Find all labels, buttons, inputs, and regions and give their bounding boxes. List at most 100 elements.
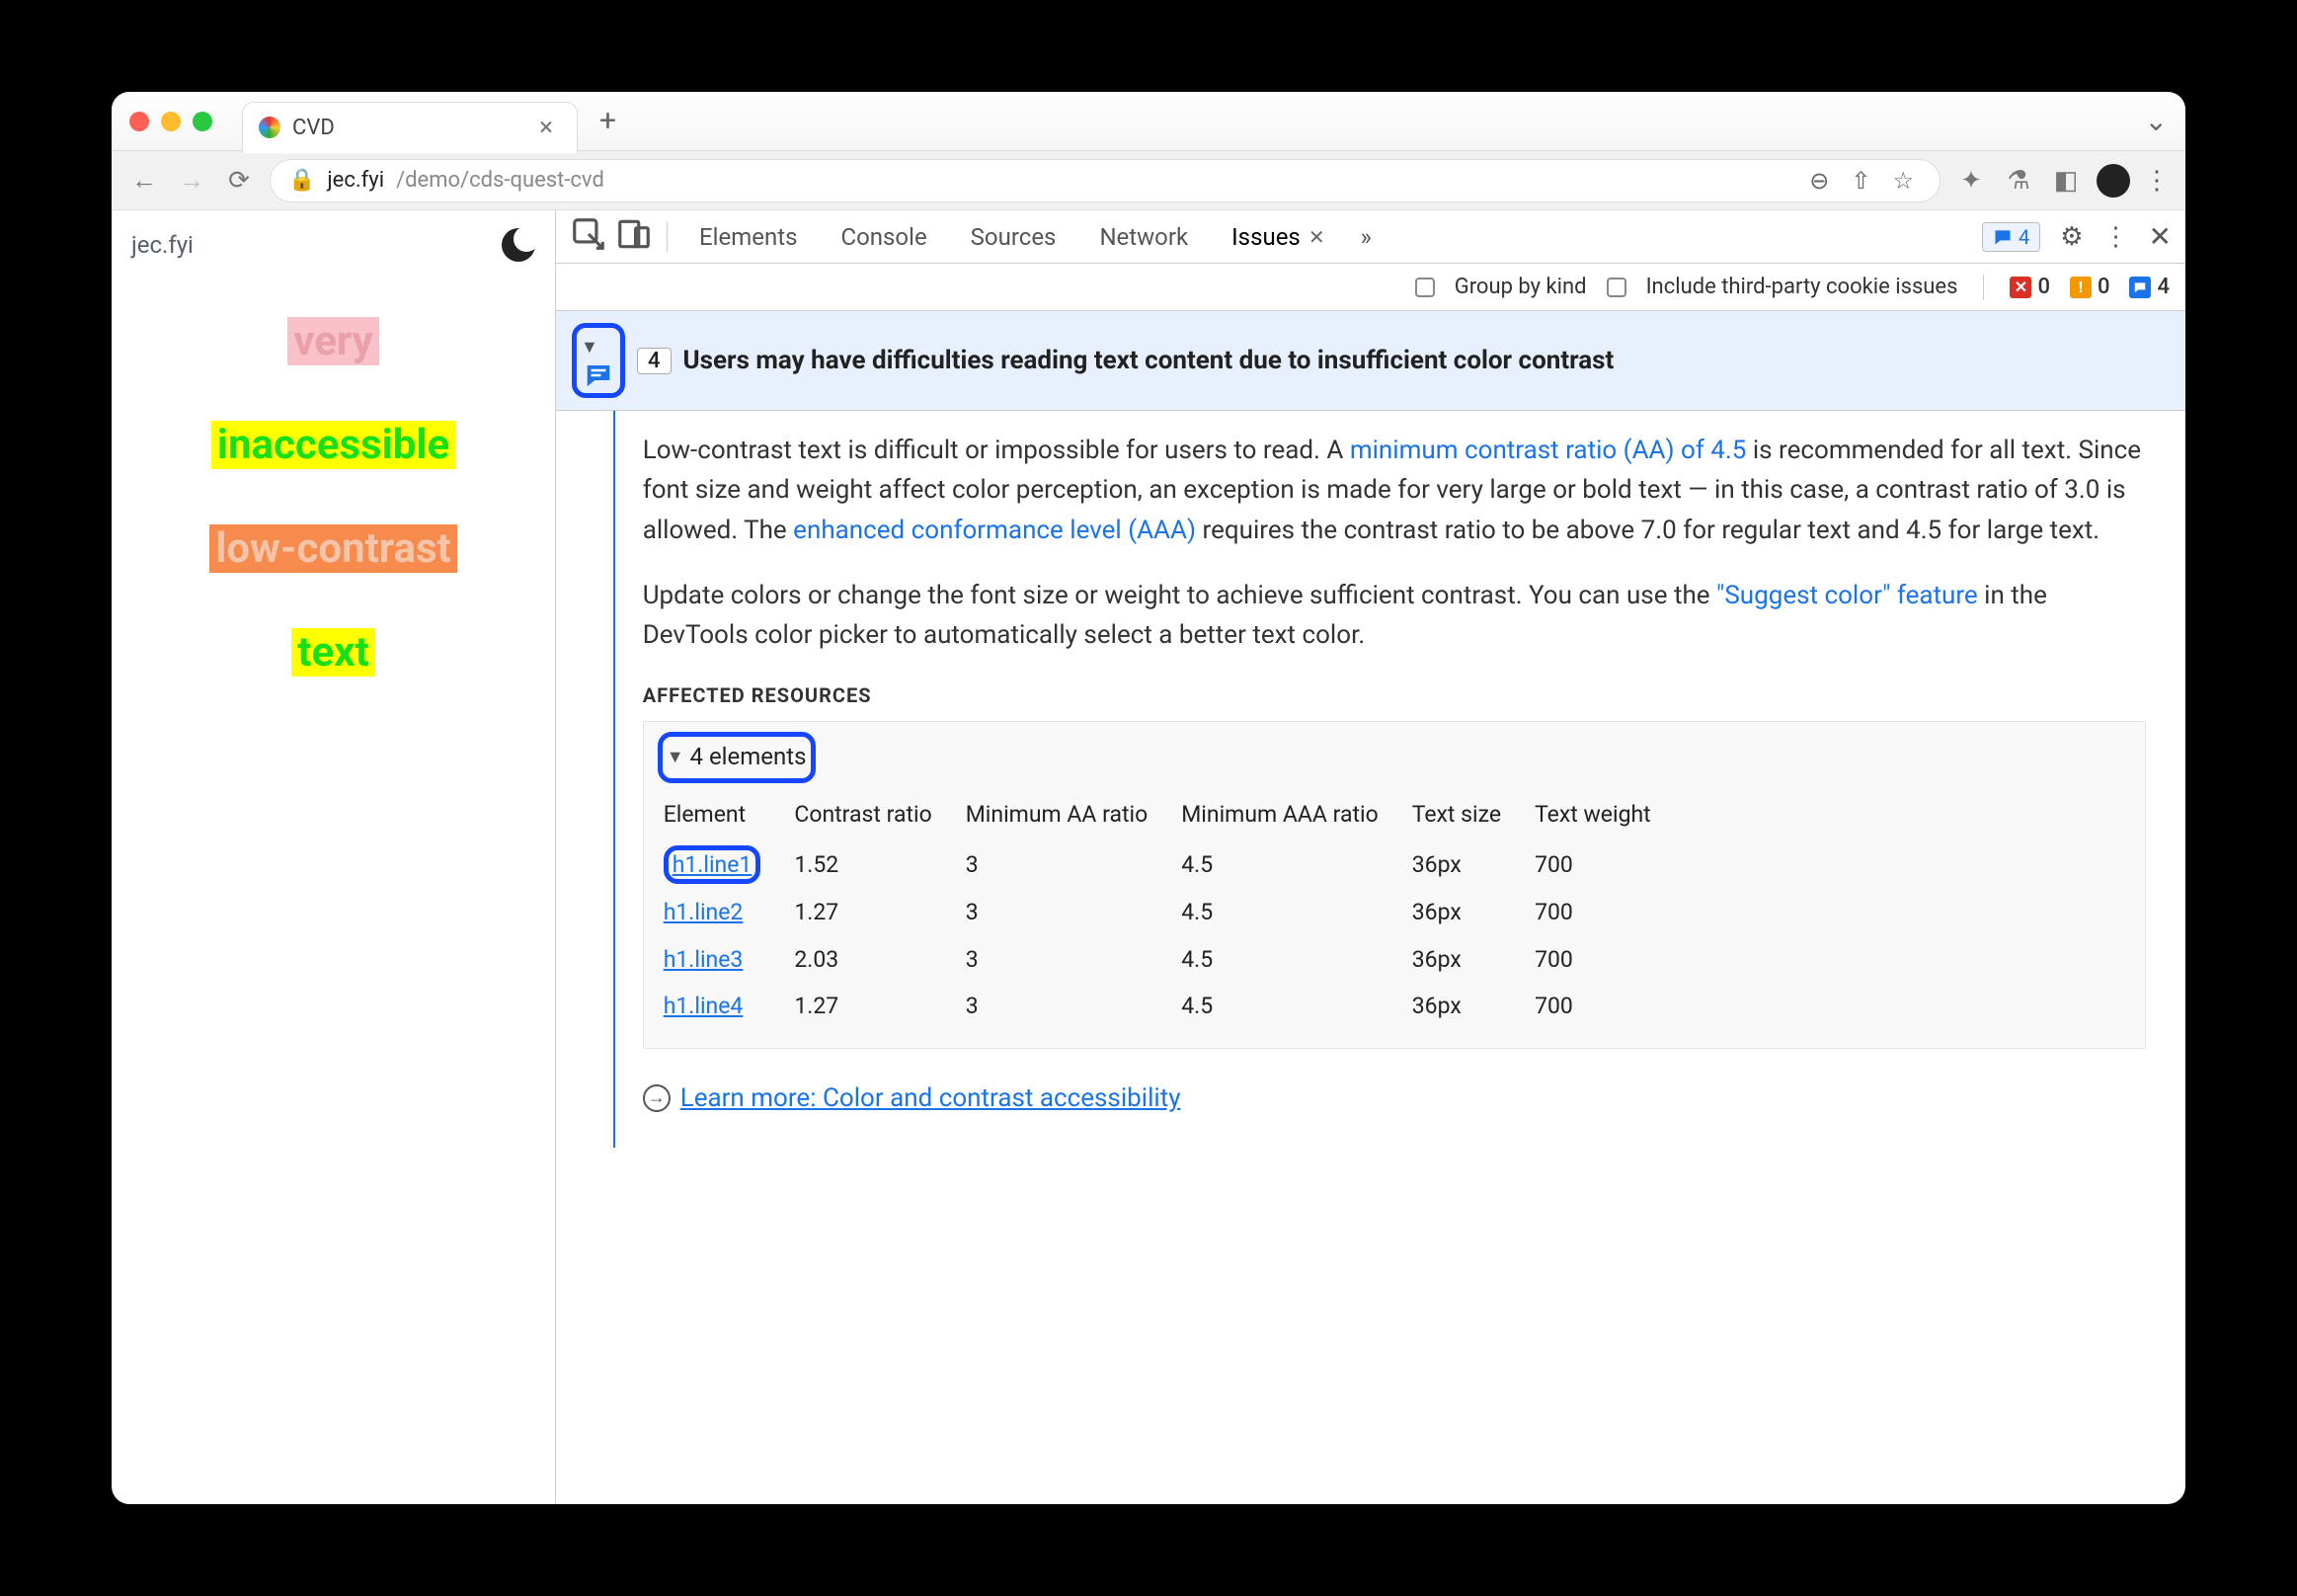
maximize-window-icon[interactable]	[193, 112, 212, 131]
tab-issues[interactable]: Issues ✕	[1214, 210, 1342, 263]
col-aaa: Minimum AAA ratio	[1175, 791, 1406, 842]
tab-sources[interactable]: Sources	[953, 210, 1074, 263]
table-row: h1.line4 1.27 3 4.5 36px 700	[658, 983, 1679, 1030]
issue-header[interactable]: ▼ 4 Users may have difficulties reading …	[556, 311, 2185, 411]
link-min-aa[interactable]: minimum contrast ratio (AA) of 4.5	[1350, 436, 1747, 465]
col-size: Text size	[1406, 791, 1529, 842]
messages-badge[interactable]: 4	[1982, 222, 2040, 252]
devtools-close-icon[interactable]: ✕	[2149, 220, 2172, 253]
learn-more-link[interactable]: Learn more: Color and contrast accessibi…	[680, 1078, 1181, 1118]
elements-toggle[interactable]: ▼ 4 elements	[658, 732, 816, 782]
devtools-menu-icon[interactable]: ⋮	[2103, 222, 2129, 252]
favicon-icon	[259, 117, 280, 138]
close-window-icon[interactable]	[129, 112, 149, 131]
extensions-icon[interactable]: ✦	[1954, 166, 1988, 196]
link-aaa[interactable]: enhanced conformance level (AAA)	[793, 516, 1196, 545]
window-controls	[129, 112, 212, 131]
group-by-kind-label: Group by kind	[1455, 275, 1587, 299]
address-field[interactable]: 🔒 jec.fyi/demo/cds-quest-cvd ⊖ ⇧ ☆	[270, 159, 1941, 202]
demo-word-1: very	[287, 317, 379, 365]
issue-count[interactable]: 4	[2129, 275, 2170, 299]
issue-list: ▼ 4 Users may have difficulties reading …	[556, 311, 2185, 1504]
issue-p1c: requires the contrast ratio to be above …	[1203, 516, 2100, 545]
issue-toggle-highlight: ▼	[572, 323, 625, 398]
share-icon[interactable]: ⇧	[1851, 167, 1870, 195]
messages-count: 4	[2019, 225, 2029, 249]
col-aa: Minimum AA ratio	[960, 791, 1176, 842]
reload-button[interactable]: ⟳	[222, 166, 256, 196]
url-path: /demo/cds-quest-cvd	[396, 168, 604, 193]
labs-icon[interactable]: ⚗	[2002, 166, 2035, 196]
table-header-row: Element Contrast ratio Minimum AA ratio …	[658, 791, 1679, 842]
chrome-menu-icon[interactable]: ⋮	[2144, 166, 2170, 196]
tab-network[interactable]: Network	[1081, 210, 1206, 263]
issues-toolbar: Group by kind Include third-party cookie…	[556, 264, 2185, 311]
element-link[interactable]: h1.line3	[664, 946, 744, 973]
issue-title: Users may have difficulties reading text…	[683, 346, 1615, 375]
tabs-overflow-icon[interactable]: »	[1351, 223, 1382, 251]
device-toggle-icon[interactable]	[615, 215, 653, 259]
collapse-icon[interactable]: ▼	[581, 337, 598, 358]
table-row: h1.line1 1.52 3 4.5 36px 700	[658, 841, 1679, 889]
link-suggest-color[interactable]: "Suggest color" feature	[1716, 581, 1978, 610]
arrow-right-icon: →	[643, 1084, 671, 1112]
browser-tab[interactable]: CVD ×	[242, 102, 578, 153]
table-row: h1.line3 2.03 3 4.5 36px 700	[658, 936, 1679, 984]
third-party-checkbox[interactable]	[1607, 278, 1626, 297]
lock-icon: 🔒	[288, 168, 315, 193]
tab-issues-label: Issues	[1231, 223, 1301, 251]
element-link[interactable]: h1.line2	[664, 899, 744, 925]
tab-elements[interactable]: Elements	[681, 210, 815, 263]
element-link[interactable]: h1.line4	[664, 993, 744, 1019]
tab-close-icon[interactable]: ×	[539, 113, 553, 142]
issue-instance-count: 4	[637, 348, 672, 374]
issue-body: Low-contrast text is difficult or imposs…	[556, 411, 2185, 1148]
affected-table: ▼ 4 elements Element Contrast ratio Mini…	[643, 721, 2146, 1048]
issue-p2a: Update colors or change the font size or…	[643, 581, 1716, 610]
affected-resources-label: AFFECTED RESOURCES	[643, 680, 2146, 711]
col-weight: Text weight	[1529, 791, 1679, 842]
issue-content: Low-contrast text is difficult or imposs…	[615, 411, 2185, 1148]
demo-word-4: text	[291, 628, 374, 677]
tab-issues-close-icon[interactable]: ✕	[1308, 225, 1325, 249]
site-label: jec.fyi	[131, 231, 194, 259]
sidepanel-icon[interactable]: ◧	[2049, 166, 2083, 196]
tab-title: CVD	[292, 116, 335, 140]
elements-toggle-label: 4 elements	[690, 739, 807, 775]
warning-count[interactable]: !0	[2070, 275, 2110, 299]
minimize-window-icon[interactable]	[161, 112, 181, 131]
url-host: jec.fyi	[327, 168, 384, 193]
back-button[interactable]: ←	[127, 165, 161, 196]
theme-toggle-icon[interactable]	[502, 228, 535, 262]
issue-p1a: Low-contrast text is difficult or imposs…	[643, 436, 1350, 465]
third-party-label: Include third-party cookie issues	[1646, 275, 1958, 299]
url-bar: ← → ⟳ 🔒 jec.fyi/demo/cds-quest-cvd ⊖ ⇧ ☆…	[112, 151, 2185, 210]
new-tab-button[interactable]: +	[599, 104, 616, 138]
settings-icon[interactable]: ⚙	[2060, 222, 2083, 252]
tab-console[interactable]: Console	[823, 210, 944, 263]
devtools-tab-bar: Elements Console Sources Network Issues …	[556, 210, 2185, 264]
error-count[interactable]: ✕0	[2010, 275, 2050, 299]
col-contrast: Contrast ratio	[788, 791, 959, 842]
table-row: h1.line2 1.27 3 4.5 36px 700	[658, 889, 1679, 936]
content-row: jec.fyi very inaccessible low-contrast t…	[112, 210, 2185, 1504]
forward-button: →	[175, 165, 208, 196]
zoom-icon[interactable]: ⊖	[1809, 167, 1829, 195]
learn-more-row: → Learn more: Color and contrast accessi…	[643, 1078, 2146, 1118]
devtools-panel: Elements Console Sources Network Issues …	[556, 210, 2185, 1504]
issue-kind-icon	[581, 359, 616, 391]
title-bar: CVD × + ⌄	[112, 92, 2185, 151]
bookmark-icon[interactable]: ☆	[1892, 167, 1914, 195]
element-link[interactable]: h1.line1	[673, 851, 752, 878]
demo-word-2: inaccessible	[211, 421, 455, 469]
profile-avatar[interactable]	[2097, 164, 2130, 198]
contrast-table: Element Contrast ratio Minimum AA ratio …	[658, 791, 1679, 1030]
chevron-down-icon: ▼	[667, 744, 684, 771]
browser-window: CVD × + ⌄ ← → ⟳ 🔒 jec.fyi/demo/cds-quest…	[112, 92, 2185, 1504]
demo-word-3: low-contrast	[209, 524, 457, 573]
page-preview: jec.fyi very inaccessible low-contrast t…	[112, 210, 556, 1504]
group-by-kind-checkbox[interactable]	[1415, 278, 1435, 297]
inspect-icon[interactable]	[570, 215, 607, 259]
tab-overflow-icon[interactable]: ⌄	[2145, 105, 2168, 137]
col-element: Element	[658, 791, 789, 842]
